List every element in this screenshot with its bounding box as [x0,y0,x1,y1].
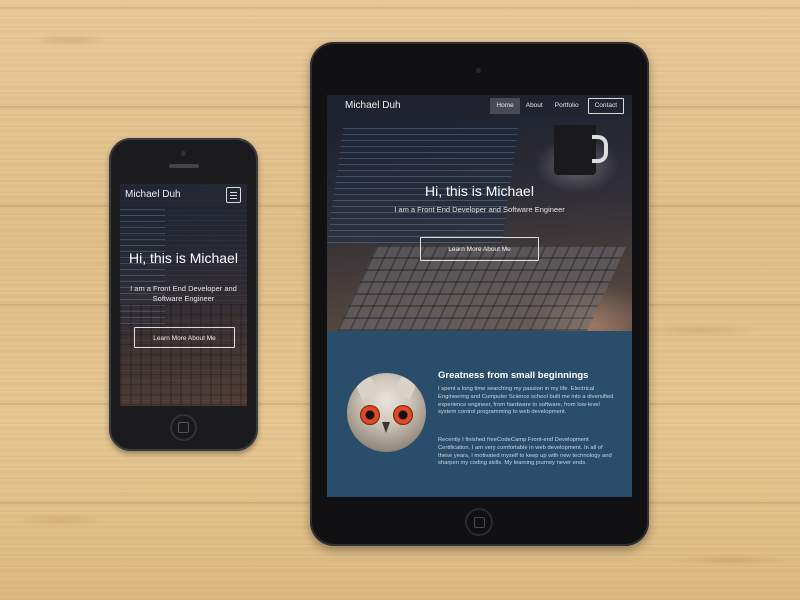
phone-screen: Michael Duh Hi, this is Michael I am a F… [120,184,247,406]
about-section: Greatness from small beginnings I spent … [327,331,632,497]
phone-learn-more-button[interactable]: Learn More About Me [134,327,235,348]
phone-hero-subtitle: I am a Front End Developer and Software … [130,284,237,303]
phone-home-button [170,414,197,441]
owl-avatar [347,373,426,452]
phone-hero-keyboard-image [120,304,247,406]
owl-tuft-right [393,373,419,400]
phone-camera [181,151,186,156]
tablet-hero-section: Michael Duh Home About Portfolio Contact… [327,95,632,331]
about-paragraph-2: Recently I finished freeCodeCamp Front-e… [438,437,612,467]
tablet-brand[interactable]: Michael Duh [345,100,401,111]
nav-portfolio[interactable]: Portfolio [549,98,585,114]
phone-hero-title: Hi, this is Michael [129,250,238,266]
tablet-screen: Michael Duh Home About Portfolio Contact… [327,95,632,497]
owl-eye-right [393,405,413,425]
tablet-navbar: Michael Duh Home About Portfolio Contact [327,95,632,117]
hero-mug-image [554,125,608,175]
phone-device: Michael Duh Hi, this is Michael I am a F… [109,138,258,451]
tablet-hero-subtitle: I am a Front End Developer and Software … [394,205,565,214]
phone-speaker [169,164,199,168]
owl-beak [382,422,390,433]
tablet-nav-links: Home About Portfolio Contact [490,98,624,114]
tablet-camera [476,68,481,73]
nav-home[interactable]: Home [490,98,520,114]
tablet-home-button [465,508,493,536]
tablet-device: Michael Duh Home About Portfolio Contact… [310,42,649,546]
tablet-hero-title: Hi, this is Michael [425,183,534,199]
phone-brand[interactable]: Michael Duh [125,189,181,200]
owl-tuft-left [353,373,379,400]
phone-navbar: Michael Duh [120,184,247,206]
about-paragraph-1: I spent a long time searching my passion… [438,386,614,416]
about-heading: Greatness from small beginnings [438,370,589,381]
hamburger-menu-icon[interactable] [226,187,241,203]
nav-contact[interactable]: Contact [587,98,624,114]
owl-eye-left [360,405,380,425]
tablet-learn-more-button[interactable]: Learn More About Me [420,237,539,261]
nav-about[interactable]: About [520,98,549,114]
